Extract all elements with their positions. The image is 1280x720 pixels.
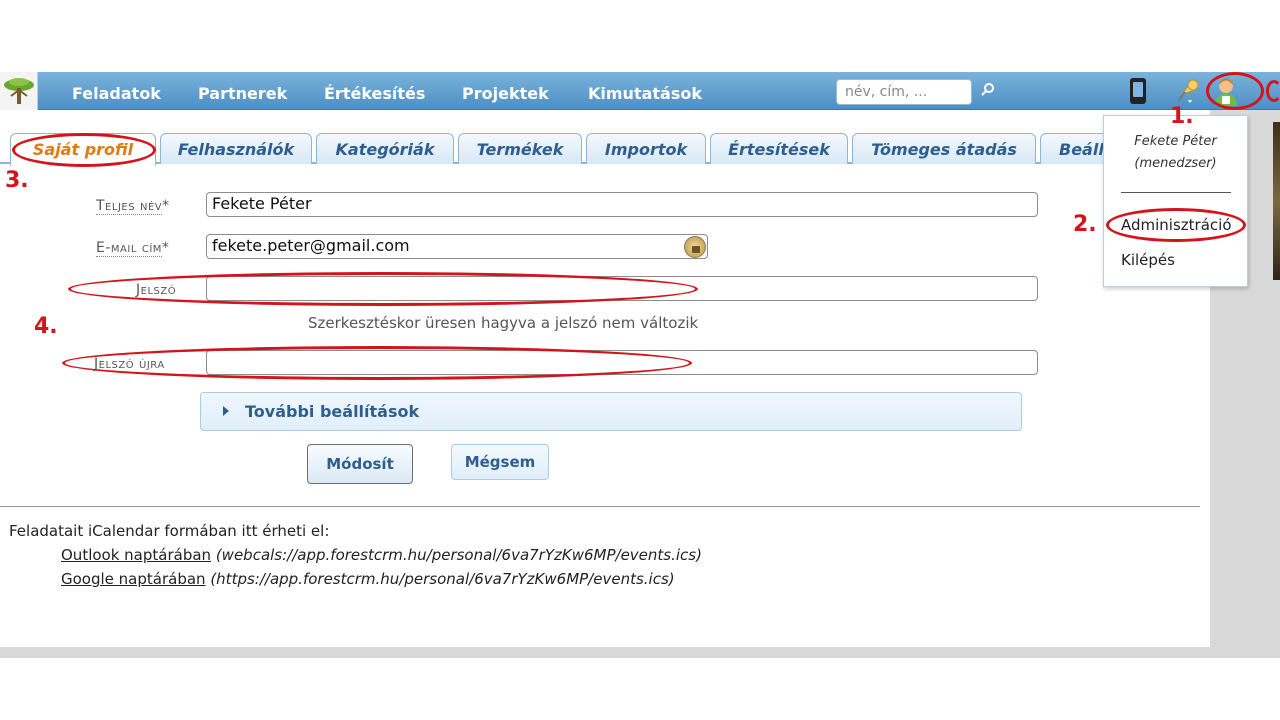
advanced-settings-toggle[interactable]: További beállítások bbox=[200, 392, 1022, 431]
cancel-button[interactable]: Mégsem bbox=[451, 444, 549, 480]
email-label: E-mail cím* bbox=[96, 240, 170, 257]
annotation-step-4: 4. bbox=[34, 314, 58, 339]
nav-item-projektek[interactable]: Projektek bbox=[462, 84, 549, 103]
tab-ertesitesek[interactable]: Értesítések bbox=[710, 133, 848, 164]
tree-logo-icon bbox=[4, 78, 34, 104]
logo[interactable] bbox=[0, 72, 38, 110]
calendar-intro: Feladatait iCalendar formában itt érheti… bbox=[9, 522, 330, 540]
tab-tomeges-atadas[interactable]: Tömeges átadás bbox=[852, 133, 1036, 164]
google-calendar-line: Google naptárában (https://app.forestcrm… bbox=[61, 570, 675, 588]
refresh-icon[interactable] bbox=[1266, 80, 1280, 102]
email-label-text: E-mail cím bbox=[96, 240, 162, 257]
tab-beallitasok[interactable]: Beáll bbox=[1040, 133, 1110, 164]
annotation-step-1: 1. bbox=[1170, 104, 1194, 129]
email-field[interactable]: fekete.peter@gmail.com bbox=[206, 234, 708, 259]
fullname-label-text: Teljes név bbox=[96, 198, 163, 215]
annotation-oval-profile-tab bbox=[12, 133, 156, 167]
outlook-calendar-link[interactable]: Outlook naptárában bbox=[61, 546, 211, 564]
annotation-step-2: 2. bbox=[1073, 212, 1097, 237]
advanced-settings-label: További beállítások bbox=[245, 402, 420, 421]
outlook-calendar-line: Outlook naptárában (webcals://app.forest… bbox=[61, 546, 702, 564]
user-role: (menedzser) bbox=[1134, 156, 1217, 171]
dropdown-divider bbox=[1121, 192, 1231, 193]
tab-kategoriak[interactable]: Kategóriák bbox=[316, 133, 454, 164]
required-mark: * bbox=[162, 198, 170, 214]
nav-item-kimutatasok[interactable]: Kimutatások bbox=[588, 84, 702, 103]
user-info: Fekete Péter (menedzser) bbox=[1103, 131, 1248, 175]
lock-icon[interactable] bbox=[684, 236, 706, 258]
outlook-calendar-url: (webcals://app.forestcrm.hu/personal/6va… bbox=[215, 546, 702, 564]
save-button[interactable]: Módosít bbox=[307, 444, 413, 484]
annotation-oval-password bbox=[68, 272, 698, 306]
nav-item-ertekesites[interactable]: Értékesítés bbox=[324, 84, 425, 103]
annotation-oval-admin bbox=[1106, 208, 1246, 242]
phone-icon[interactable] bbox=[1130, 78, 1146, 104]
annotation-step-3: 3. bbox=[5, 168, 29, 193]
required-mark: * bbox=[161, 240, 170, 256]
triangle-right-icon bbox=[223, 406, 229, 416]
fullname-field[interactable]: Fekete Péter bbox=[206, 192, 1038, 217]
search-input[interactable]: név, cím, ... bbox=[836, 79, 972, 105]
search-icon[interactable] bbox=[980, 82, 1000, 102]
google-calendar-link[interactable]: Google naptárában bbox=[61, 570, 206, 588]
nav-item-partnerek[interactable]: Partnerek bbox=[198, 84, 287, 103]
side-thumbnail-image bbox=[1273, 122, 1280, 280]
nav-item-feladatok[interactable]: Feladatok bbox=[72, 84, 161, 103]
menu-item-logout[interactable]: Kilépés bbox=[1121, 251, 1175, 269]
google-calendar-url: (https://app.forestcrm.hu/personal/6va7r… bbox=[210, 570, 675, 588]
user-name: Fekete Péter bbox=[1134, 134, 1217, 149]
annotation-oval-password-again bbox=[62, 346, 692, 380]
tab-termekek[interactable]: Termékek bbox=[458, 133, 582, 164]
password-hint: Szerkesztéskor üresen hagyva a jelszó ne… bbox=[308, 314, 699, 332]
tab-felhasznalok[interactable]: Felhasználók bbox=[160, 133, 312, 164]
fullname-label: Teljes név* bbox=[96, 198, 170, 215]
tab-importok[interactable]: Importok bbox=[586, 133, 706, 164]
section-divider bbox=[0, 506, 1200, 507]
annotation-user-circle bbox=[1206, 72, 1264, 110]
